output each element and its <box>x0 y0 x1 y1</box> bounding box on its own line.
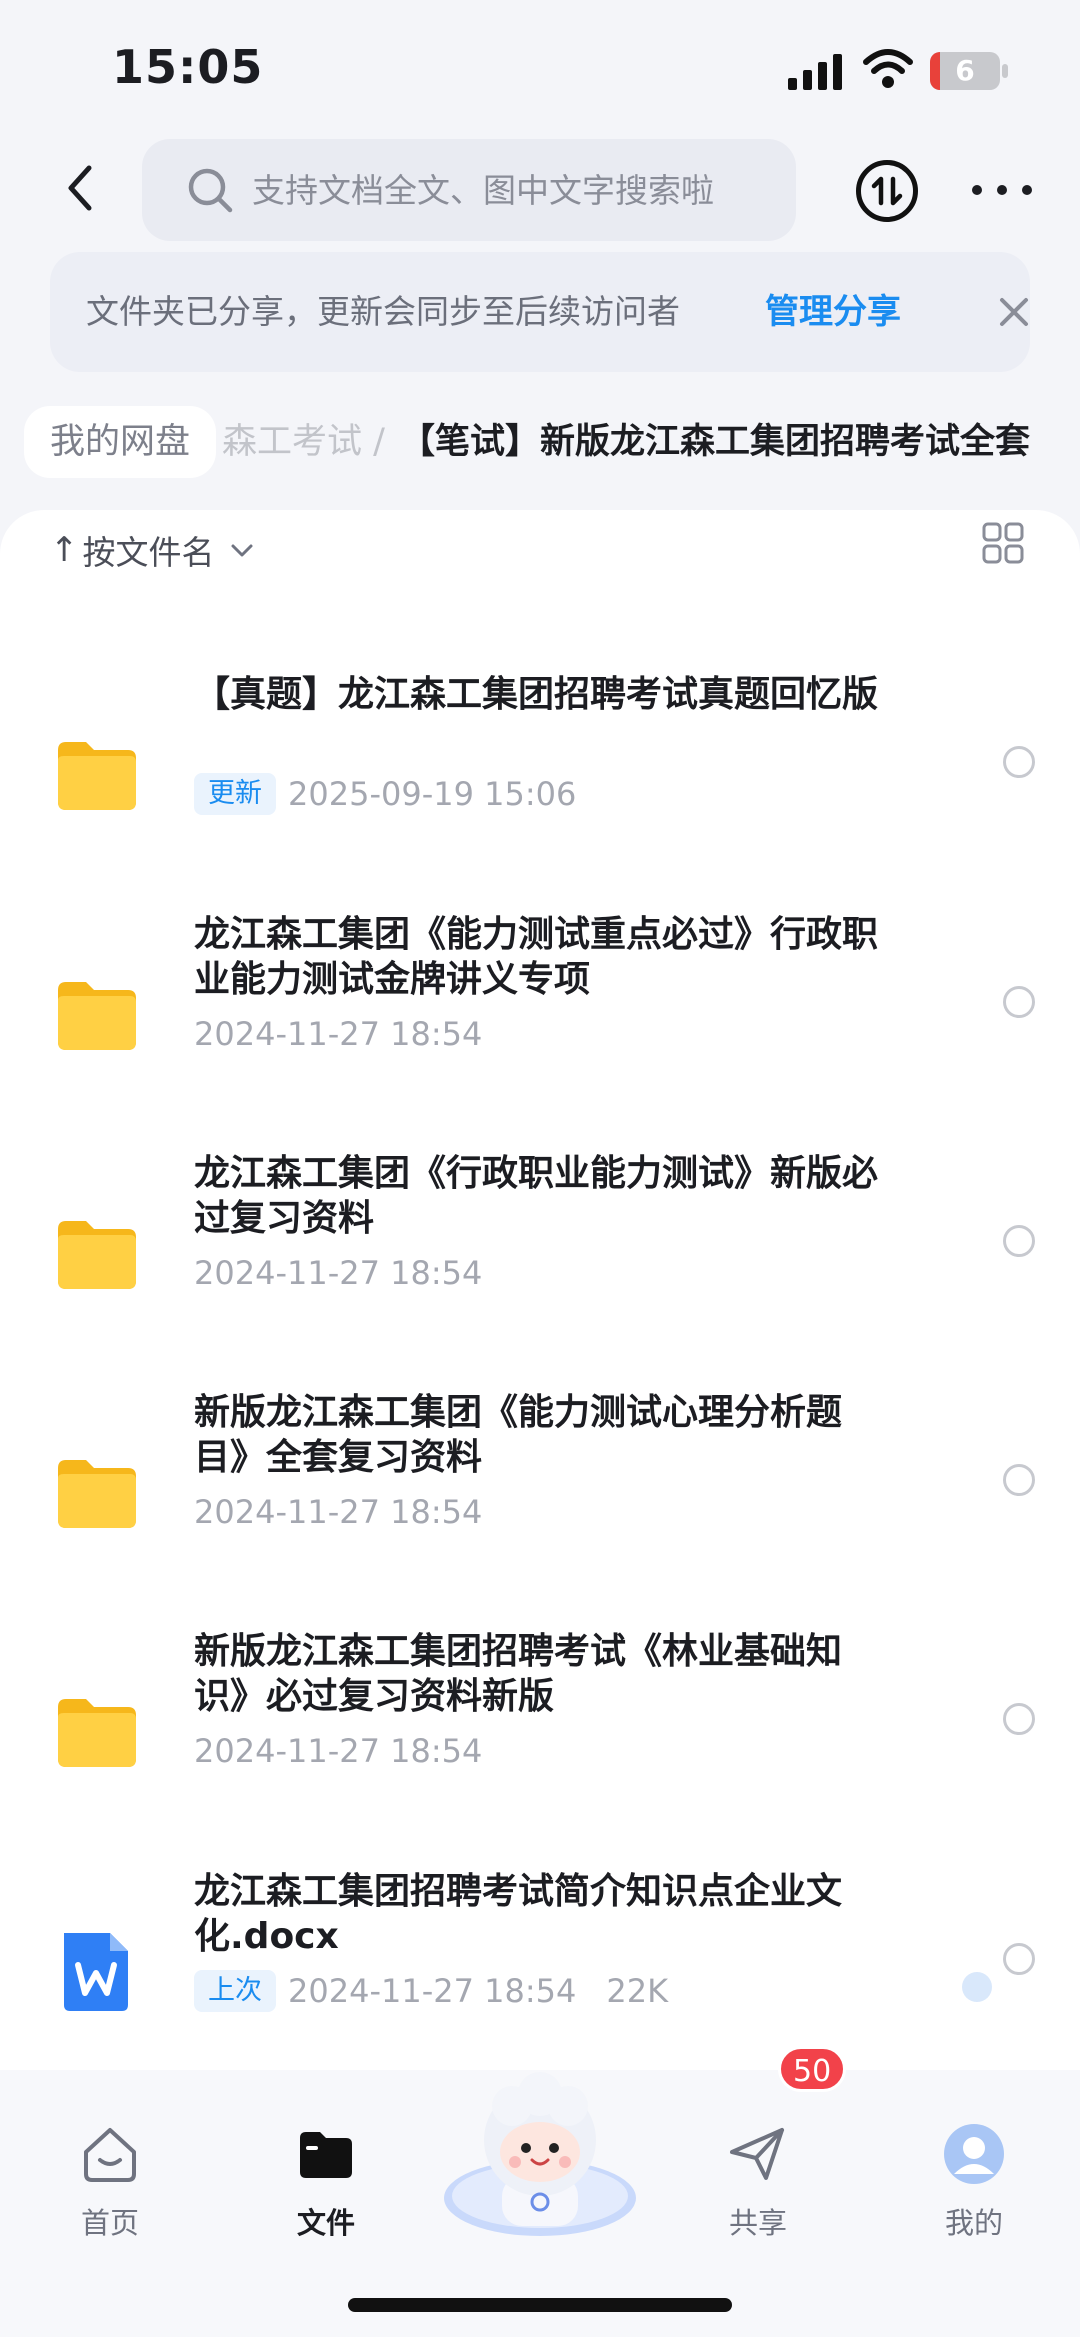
status-badge: 上次 <box>194 1970 276 2012</box>
file-date: 2024-11-27 18:54 <box>194 1015 483 1053</box>
file-name: 龙江森工集团《行政职业能力测试》新版必过复习资料 <box>194 1153 879 1239</box>
file-date: 2024-11-27 18:54 <box>194 1254 483 1292</box>
home-icon <box>84 2128 136 2182</box>
file-meta: 2024-11-27 18:54 <box>194 1251 482 1295</box>
file-meta: 上次 2024-11-27 18:54 22K <box>194 1969 668 2013</box>
list-item[interactable]: 【真题】龙江森工集团招聘考试真题回忆版 更新 2025-09-19 15:06 <box>0 672 1080 902</box>
share-banner: 文件夹已分享，更新会同步至后续访问者 管理分享 <box>50 252 1030 372</box>
wifi-icon <box>863 49 913 88</box>
cellular-signal-icon <box>788 54 842 90</box>
battery-level: 6 <box>955 54 975 87</box>
file-name: 【真题】龙江森工集团招聘考试真题回忆版 <box>194 674 879 715</box>
close-icon[interactable] <box>996 294 1032 330</box>
assistant-mascot-icon[interactable] <box>440 2068 640 2238</box>
tab-files[interactable]: 文件 <box>256 2122 396 2252</box>
chevron-left-icon <box>68 165 92 211</box>
select-checkbox[interactable] <box>1003 986 1035 1018</box>
breadcrumb-root[interactable]: 我的网盘 <box>24 406 217 478</box>
select-checkbox[interactable] <box>1003 1225 1035 1257</box>
file-date: 2024-11-27 18:54 <box>288 1972 577 2010</box>
file-meta: 2024-11-27 18:54 <box>194 1729 482 1773</box>
list-item[interactable]: 新版龙江森工集团招聘考试《林业基础知识》必过复习资料新版 2024-11-27 … <box>0 1629 1080 1859</box>
tab-share-label: 共享 <box>728 2206 787 2240</box>
tab-home[interactable]: 首页 <box>40 2122 180 2252</box>
chevron-down-icon <box>231 544 252 557</box>
select-checkbox[interactable] <box>1003 746 1035 778</box>
manage-share-link[interactable]: 管理分享 <box>765 252 901 372</box>
file-meta: 2024-11-27 18:54 <box>194 1012 482 1056</box>
select-checkbox[interactable] <box>1003 1703 1035 1735</box>
breadcrumb-current: 【笔试】新版龙江森工集团招聘考试全套 <box>400 422 1031 462</box>
share-banner-text: 文件夹已分享，更新会同步至后续访问者 <box>86 292 680 331</box>
file-date: 2025-09-19 15:06 <box>288 775 577 813</box>
more-options-button[interactable] <box>972 170 1032 210</box>
sort-button[interactable]: ↑ 按文件名 <box>50 520 255 580</box>
breadcrumb-parent[interactable]: 森工考试 / <box>222 400 385 484</box>
search-input[interactable] <box>252 139 772 241</box>
more-dot-icon <box>997 185 1007 195</box>
search-icon <box>188 168 233 213</box>
notification-badge: 50 <box>778 2046 847 2092</box>
file-name: 龙江森工集团招聘考试简介知识点企业文化.docx <box>194 1871 843 1957</box>
more-dot-icon <box>1022 185 1032 195</box>
select-checkbox[interactable] <box>1003 1943 1035 1975</box>
tab-mine[interactable]: 我的 <box>904 2122 1044 2252</box>
status-badge: 更新 <box>194 773 276 815</box>
breadcrumb: 我的网盘 森工考试 / 【笔试】新版龙江森工集团招聘考试全套 <box>0 400 1080 484</box>
file-size: 22K <box>606 1972 669 2010</box>
folder-icon <box>58 742 136 810</box>
select-checkbox[interactable] <box>1003 1464 1035 1496</box>
more-dot-icon <box>972 185 982 195</box>
folder-icon <box>58 1460 136 1528</box>
files-icon <box>300 2132 352 2178</box>
list-item[interactable]: 龙江森工集团《行政职业能力测试》新版必过复习资料 2024-11-27 18:5… <box>0 1151 1080 1381</box>
file-date: 2024-11-27 18:54 <box>194 1732 483 1770</box>
status-bar: 15:05 6 <box>0 0 1080 140</box>
grid-view-icon[interactable] <box>982 522 1024 564</box>
floating-indicator <box>962 1972 992 2002</box>
battery-icon: 6 <box>930 52 1008 90</box>
tab-home-label: 首页 <box>80 2206 139 2240</box>
folder-icon <box>58 1699 136 1767</box>
home-indicator <box>348 2298 732 2312</box>
word-document-icon <box>64 1933 128 2011</box>
file-name: 龙江森工集团《能力测试重点必过》行政职业能力测试金牌讲义专项 <box>194 914 879 1000</box>
send-icon <box>730 2128 784 2180</box>
folder-icon <box>58 982 136 1050</box>
back-button[interactable] <box>56 160 104 216</box>
search-box[interactable] <box>142 139 796 241</box>
file-name: 新版龙江森工集团招聘考试《林业基础知识》必过复习资料新版 <box>194 1631 843 1717</box>
tab-mine-label: 我的 <box>944 2206 1003 2240</box>
file-date: 2024-11-27 18:54 <box>194 1493 483 1531</box>
status-time: 15:05 <box>112 40 264 94</box>
list-item[interactable]: 新版龙江森工集团《能力测试心理分析题目》全套复习资料 2024-11-27 18… <box>0 1390 1080 1620</box>
tab-files-label: 文件 <box>296 2206 355 2240</box>
list-item[interactable]: 龙江森工集团招聘考试简介知识点企业文化.docx 上次 2024-11-27 1… <box>0 1869 1080 2099</box>
folder-icon <box>58 1221 136 1289</box>
tab-share[interactable]: 共享 <box>688 2122 828 2252</box>
transfer-icon <box>871 176 903 206</box>
file-list-panel: ↑ 按文件名 【真题】龙江森工集团招聘考试真题回忆版 更新 2025-09-19… <box>0 510 1080 2070</box>
transfer-button[interactable] <box>856 160 918 222</box>
avatar-icon <box>944 2124 1004 2184</box>
list-item[interactable]: 龙江森工集团《能力测试重点必过》行政职业能力测试金牌讲义专项 2024-11-2… <box>0 912 1080 1142</box>
file-meta: 2024-11-27 18:54 <box>194 1490 482 1534</box>
file-name: 新版龙江森工集团《能力测试心理分析题目》全套复习资料 <box>194 1392 843 1478</box>
file-meta: 更新 2025-09-19 15:06 <box>194 772 576 816</box>
sort-arrow-icon: ↑ <box>50 530 79 570</box>
sort-label: 按文件名 <box>82 533 215 572</box>
